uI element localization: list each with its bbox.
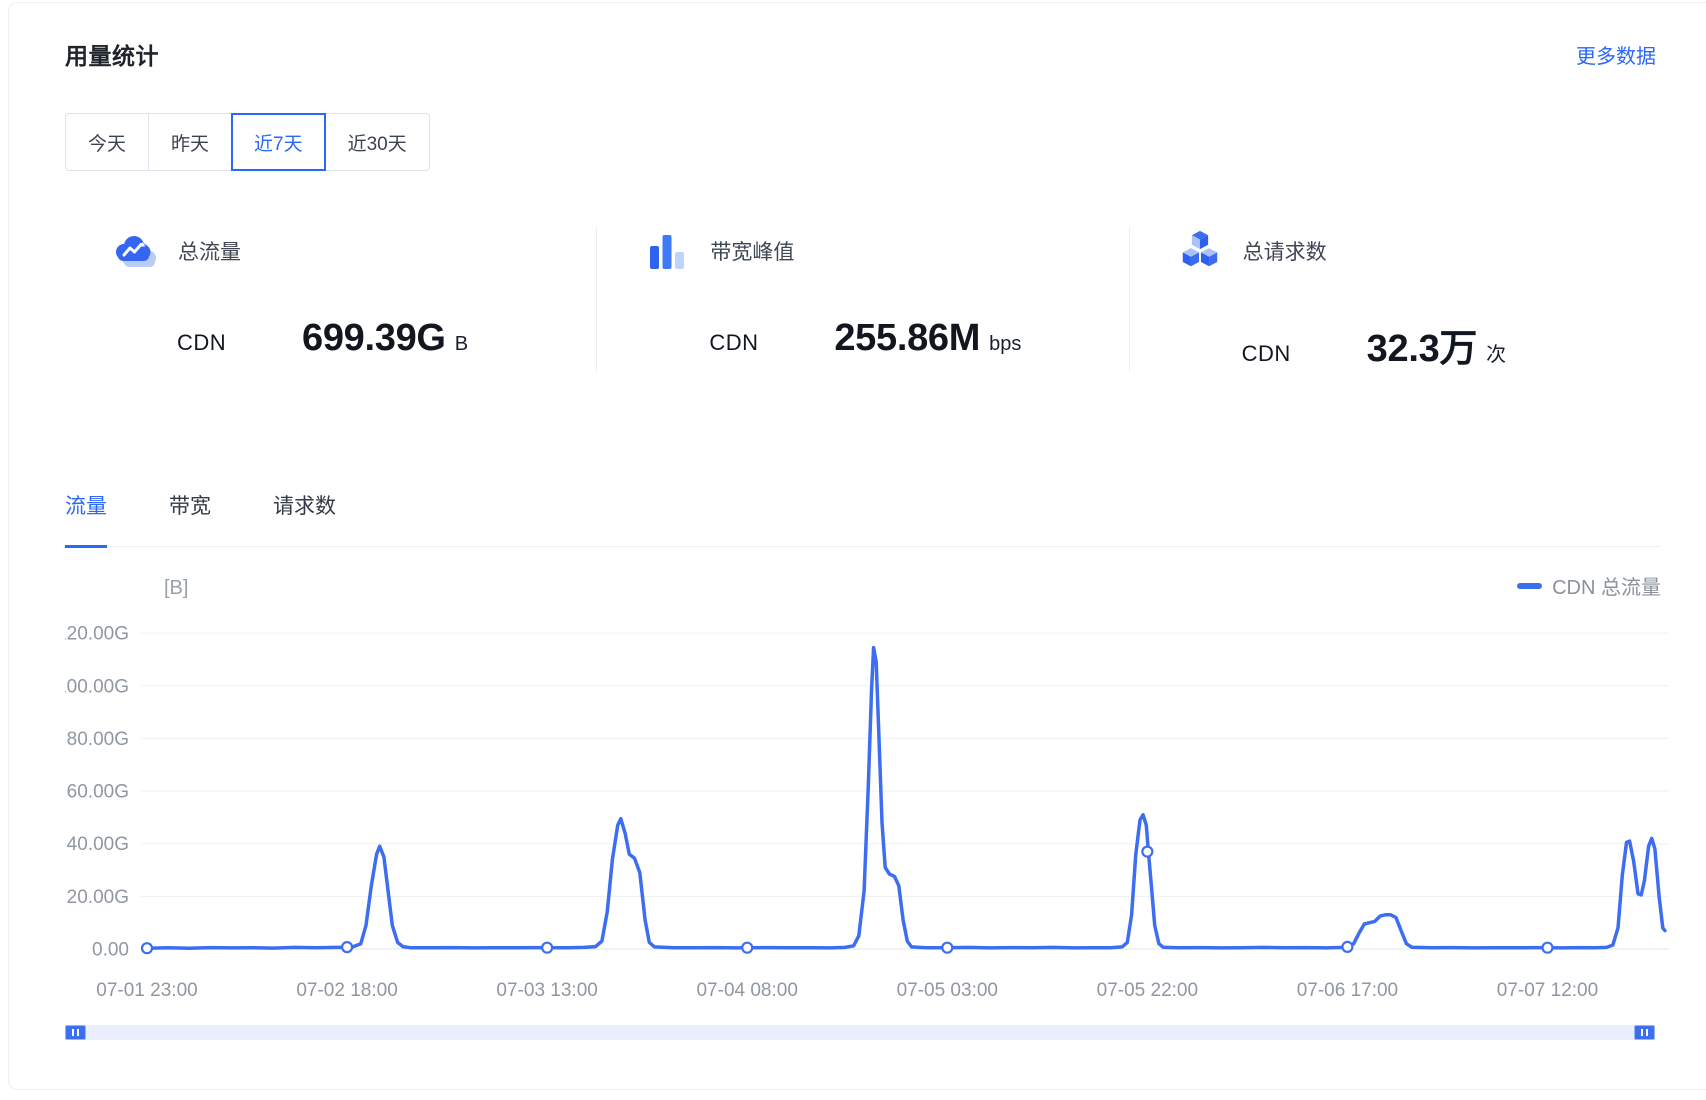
tab-traffic[interactable]: 流量: [65, 490, 107, 548]
traffic-chart-svg: 0.00 20.00G 40.00G 60.00G 80.00G 100.00G 120.0…: [65, 547, 1706, 1017]
x-tick-label: 07-04 08:00: [696, 980, 797, 1001]
y-tick-label: 80.00G: [67, 729, 129, 750]
cloud-traffic-icon: [112, 231, 158, 271]
data-point-marker: [342, 942, 352, 952]
stat-product: CDN: [709, 330, 834, 356]
stat-value-row: CDN 699.39G B: [112, 317, 596, 360]
y-tick-label: 40.00G: [67, 834, 129, 855]
x-tick-label: 07-05 03:00: [897, 980, 998, 1001]
stat-total-traffic: 总流量 CDN 699.39G B: [65, 227, 596, 372]
slider-right-handle[interactable]: [1634, 1025, 1655, 1040]
range-today-button[interactable]: 今天: [65, 113, 149, 171]
y-tick-label: 20.00G: [67, 887, 129, 908]
range-yesterday-button[interactable]: 昨天: [148, 113, 232, 171]
traffic-chart: CDN 总流量 [B] 0.0020.00G40.00G60.00G80.00G…: [65, 547, 1706, 1017]
stat-value: 32.3万: [1367, 317, 1477, 372]
x-tick-label: 07-05 22:00: [1097, 980, 1198, 1001]
stat-value-row: CDN 255.86M bps: [644, 317, 1128, 360]
data-point-marker: [1542, 943, 1552, 953]
card-header: 用量统计 更多数据: [65, 37, 1706, 71]
usage-stats-card: 用量统计 更多数据 今天 昨天 近7天 近30天: [8, 2, 1706, 1090]
pause-icon: [1641, 1029, 1643, 1036]
stat-value-row: CDN 32.3万 次: [1177, 317, 1661, 372]
x-tick-label: 07-02 18:00: [296, 980, 397, 1001]
data-point-marker: [1142, 847, 1152, 857]
y-tick-label: 120.00G: [65, 624, 129, 645]
more-data-link[interactable]: 更多数据: [1576, 40, 1656, 69]
range-30days-button[interactable]: 近30天: [325, 113, 430, 171]
stat-label: 总请求数: [1243, 236, 1327, 266]
chart-range-slider[interactable]: [65, 1025, 1655, 1040]
data-point-marker: [942, 943, 952, 953]
stat-label: 带宽峰值: [710, 236, 794, 266]
stat-unit: B: [455, 333, 468, 356]
y-tick-label: 100.00G: [65, 676, 129, 697]
y-tick-label: 0.00: [92, 940, 129, 961]
stat-value: 699.39G: [302, 317, 446, 360]
x-tick-label: 07-06 17:00: [1297, 980, 1398, 1001]
pause-icon: [72, 1029, 74, 1036]
x-tick-label: 07-01 23:00: [96, 980, 197, 1001]
pause-icon: [77, 1029, 79, 1036]
stat-label: 总流量: [178, 236, 241, 266]
data-point-marker: [542, 943, 552, 953]
pause-icon: [1646, 1029, 1648, 1036]
y-tick-label: 60.00G: [67, 782, 129, 803]
page-title: 用量统计: [65, 37, 159, 71]
stat-unit: bps: [989, 333, 1021, 356]
range-7days-button[interactable]: 近7天: [231, 113, 326, 171]
metric-tabs: 流量 带宽 请求数: [65, 490, 1661, 547]
stat-product: CDN: [1242, 341, 1367, 367]
tab-bandwidth[interactable]: 带宽: [169, 490, 211, 546]
date-range-group: 今天 昨天 近7天 近30天: [65, 113, 1706, 171]
data-point-marker: [742, 943, 752, 953]
stat-unit: 次: [1486, 338, 1506, 367]
request-cubes-icon: [1177, 229, 1223, 273]
stat-value: 255.86M: [834, 317, 980, 360]
stat-product: CDN: [177, 330, 302, 356]
stat-peak-bandwidth: 带宽峰值 CDN 255.86M bps: [596, 227, 1128, 372]
slider-left-handle[interactable]: [65, 1025, 86, 1040]
bandwidth-bars-icon: [644, 227, 690, 275]
x-tick-label: 07-07 12:00: [1497, 980, 1598, 1001]
stat-total-requests: 总请求数 CDN 32.3万 次: [1129, 227, 1661, 372]
data-point-marker: [142, 943, 152, 953]
x-tick-label: 07-03 13:00: [496, 980, 597, 1001]
data-point-marker: [1342, 942, 1352, 952]
stats-summary-row: 总流量 CDN 699.39G B 带宽峰值 CDN: [65, 227, 1661, 372]
traffic-line-series: [147, 648, 1665, 949]
tab-requests[interactable]: 请求数: [273, 490, 336, 546]
